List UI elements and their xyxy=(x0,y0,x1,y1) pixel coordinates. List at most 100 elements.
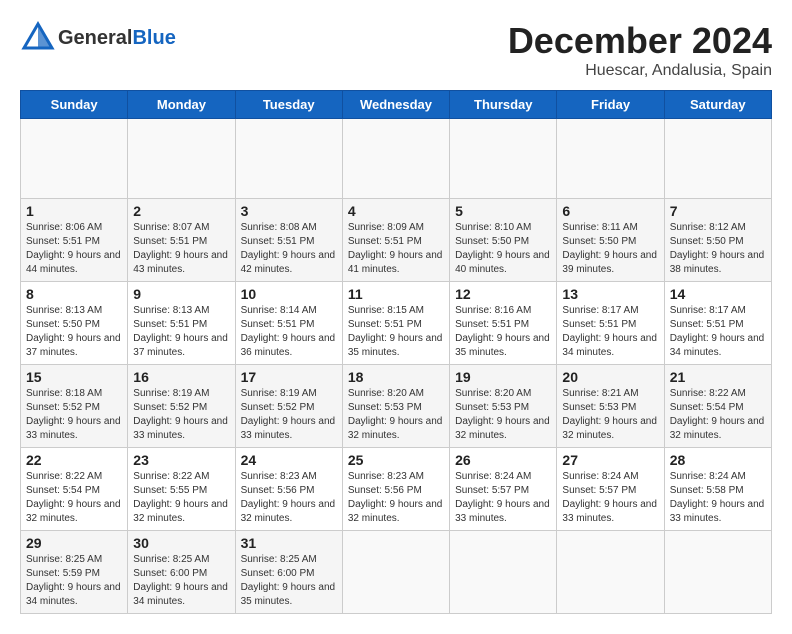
calendar-day-cell xyxy=(128,119,235,199)
day-number: 8 xyxy=(26,286,122,302)
calendar-day-cell xyxy=(557,119,664,199)
calendar-day-cell: 7 Sunrise: 8:12 AMSunset: 5:50 PMDaylight… xyxy=(664,199,771,282)
day-number: 18 xyxy=(348,369,444,385)
day-info: Sunrise: 8:24 AMSunset: 5:58 PMDaylight:… xyxy=(670,470,766,526)
calendar-day-cell: 26 Sunrise: 8:24 AMSunset: 5:57 PMDayligh… xyxy=(450,448,557,531)
calendar-day-cell: 6 Sunrise: 8:11 AMSunset: 5:50 PMDaylight… xyxy=(557,199,664,282)
day-info: Sunrise: 8:24 AMSunset: 5:57 PMDaylight:… xyxy=(455,470,551,526)
day-info: Sunrise: 8:17 AMSunset: 5:51 PMDaylight:… xyxy=(670,304,766,360)
calendar-day-cell: 20 Sunrise: 8:21 AMSunset: 5:53 PMDayligh… xyxy=(557,365,664,448)
logo: GeneralBlue xyxy=(20,20,176,56)
calendar-day-cell: 15Sunrise: 8:18 AMSunset: 5:52 PMDayligh… xyxy=(21,365,128,448)
day-number: 6 xyxy=(562,203,658,219)
calendar-day-cell xyxy=(342,119,449,199)
day-number: 14 xyxy=(670,286,766,302)
calendar-day-cell: 23 Sunrise: 8:22 AMSunset: 5:55 PMDayligh… xyxy=(128,448,235,531)
calendar-day-cell: 28 Sunrise: 8:24 AMSunset: 5:58 PMDayligh… xyxy=(664,448,771,531)
calendar-week-row: 15Sunrise: 8:18 AMSunset: 5:52 PMDayligh… xyxy=(21,365,772,448)
day-info: Sunrise: 8:06 AMSunset: 5:51 PMDaylight:… xyxy=(26,221,122,277)
day-info: Sunrise: 8:11 AMSunset: 5:50 PMDaylight:… xyxy=(562,221,658,277)
day-info: Sunrise: 8:09 AMSunset: 5:51 PMDaylight:… xyxy=(348,221,444,277)
calendar-day-cell: 21Sunrise: 8:22 AMSunset: 5:54 PMDayligh… xyxy=(664,365,771,448)
calendar-day-cell: 22 Sunrise: 8:22 AMSunset: 5:54 PMDayligh… xyxy=(21,448,128,531)
day-number: 12 xyxy=(455,286,551,302)
day-number: 21 xyxy=(670,369,766,385)
day-info: Sunrise: 8:23 AMSunset: 5:56 PMDaylight:… xyxy=(241,470,337,526)
day-number: 2 xyxy=(133,203,229,219)
day-number: 7 xyxy=(670,203,766,219)
day-info: Sunrise: 8:19 AMSunset: 5:52 PMDaylight:… xyxy=(241,387,337,443)
calendar-day-cell: 19 Sunrise: 8:20 AMSunset: 5:53 PMDayligh… xyxy=(450,365,557,448)
weekday-header-friday: Friday xyxy=(557,91,664,119)
day-info: Sunrise: 8:21 AMSunset: 5:53 PMDaylight:… xyxy=(562,387,658,443)
calendar-day-cell: 31 Sunrise: 8:25 AMSunset: 6:00 PMDayligh… xyxy=(235,531,342,614)
day-number: 4 xyxy=(348,203,444,219)
day-info: Sunrise: 8:25 AMSunset: 5:59 PMDaylight:… xyxy=(26,553,122,609)
day-info: Sunrise: 8:17 AMSunset: 5:51 PMDaylight:… xyxy=(562,304,658,360)
calendar-day-cell: 4 Sunrise: 8:09 AMSunset: 5:51 PMDaylight… xyxy=(342,199,449,282)
day-number: 24 xyxy=(241,452,337,468)
calendar-day-cell: 29Sunrise: 8:25 AMSunset: 5:59 PMDayligh… xyxy=(21,531,128,614)
day-number: 16 xyxy=(133,369,229,385)
page-header: GeneralBlue December 2024 Huescar, Andal… xyxy=(20,20,772,80)
calendar-week-row xyxy=(21,119,772,199)
day-number: 31 xyxy=(241,535,337,551)
day-info: Sunrise: 8:20 AMSunset: 5:53 PMDaylight:… xyxy=(348,387,444,443)
calendar-week-row: 8 Sunrise: 8:13 AMSunset: 5:50 PMDaylight… xyxy=(21,282,772,365)
day-number: 9 xyxy=(133,286,229,302)
weekday-header-monday: Monday xyxy=(128,91,235,119)
day-number: 27 xyxy=(562,452,658,468)
day-info: Sunrise: 8:25 AMSunset: 6:00 PMDaylight:… xyxy=(241,553,337,609)
calendar-day-cell: 10 Sunrise: 8:14 AMSunset: 5:51 PMDayligh… xyxy=(235,282,342,365)
calendar-day-cell: 18 Sunrise: 8:20 AMSunset: 5:53 PMDayligh… xyxy=(342,365,449,448)
day-number: 15 xyxy=(26,369,122,385)
day-number: 10 xyxy=(241,286,337,302)
logo-icon xyxy=(20,20,56,56)
weekday-header-saturday: Saturday xyxy=(664,91,771,119)
calendar-week-row: 22 Sunrise: 8:22 AMSunset: 5:54 PMDayligh… xyxy=(21,448,772,531)
calendar-day-cell: 11 Sunrise: 8:15 AMSunset: 5:51 PMDayligh… xyxy=(342,282,449,365)
day-info: Sunrise: 8:22 AMSunset: 5:55 PMDaylight:… xyxy=(133,470,229,526)
day-number: 19 xyxy=(455,369,551,385)
day-number: 1 xyxy=(26,203,122,219)
calendar-day-cell: 25 Sunrise: 8:23 AMSunset: 5:56 PMDayligh… xyxy=(342,448,449,531)
calendar-day-cell: 3Sunrise: 8:08 AMSunset: 5:51 PMDaylight… xyxy=(235,199,342,282)
calendar-day-cell: 16 Sunrise: 8:19 AMSunset: 5:52 PMDayligh… xyxy=(128,365,235,448)
calendar-day-cell: 17 Sunrise: 8:19 AMSunset: 5:52 PMDayligh… xyxy=(235,365,342,448)
day-info: Sunrise: 8:20 AMSunset: 5:53 PMDaylight:… xyxy=(455,387,551,443)
calendar-day-cell xyxy=(664,531,771,614)
day-number: 25 xyxy=(348,452,444,468)
calendar-day-cell: 27 Sunrise: 8:24 AMSunset: 5:57 PMDayligh… xyxy=(557,448,664,531)
day-info: Sunrise: 8:07 AMSunset: 5:51 PMDaylight:… xyxy=(133,221,229,277)
day-number: 20 xyxy=(562,369,658,385)
logo-general-text: General xyxy=(58,27,132,49)
day-info: Sunrise: 8:13 AMSunset: 5:50 PMDaylight:… xyxy=(26,304,122,360)
day-info: Sunrise: 8:14 AMSunset: 5:51 PMDaylight:… xyxy=(241,304,337,360)
day-info: Sunrise: 8:19 AMSunset: 5:52 PMDaylight:… xyxy=(133,387,229,443)
title-area: December 2024 Huescar, Andalusia, Spain xyxy=(508,20,772,80)
day-number: 22 xyxy=(26,452,122,468)
day-info: Sunrise: 8:12 AMSunset: 5:50 PMDaylight:… xyxy=(670,221,766,277)
day-number: 26 xyxy=(455,452,551,468)
calendar-day-cell: 14 Sunrise: 8:17 AMSunset: 5:51 PMDayligh… xyxy=(664,282,771,365)
day-number: 28 xyxy=(670,452,766,468)
calendar-table: SundayMondayTuesdayWednesdayThursdayFrid… xyxy=(20,90,772,614)
day-info: Sunrise: 8:24 AMSunset: 5:57 PMDaylight:… xyxy=(562,470,658,526)
logo-blue-text: Blue xyxy=(132,27,175,49)
calendar-day-cell: 24 Sunrise: 8:23 AMSunset: 5:56 PMDayligh… xyxy=(235,448,342,531)
day-info: Sunrise: 8:13 AMSunset: 5:51 PMDaylight:… xyxy=(133,304,229,360)
day-number: 23 xyxy=(133,452,229,468)
day-number: 17 xyxy=(241,369,337,385)
day-info: Sunrise: 8:15 AMSunset: 5:51 PMDaylight:… xyxy=(348,304,444,360)
weekday-header-row: SundayMondayTuesdayWednesdayThursdayFrid… xyxy=(21,91,772,119)
weekday-header-sunday: Sunday xyxy=(21,91,128,119)
day-info: Sunrise: 8:23 AMSunset: 5:56 PMDaylight:… xyxy=(348,470,444,526)
calendar-day-cell xyxy=(21,119,128,199)
day-info: Sunrise: 8:22 AMSunset: 5:54 PMDaylight:… xyxy=(26,470,122,526)
weekday-header-wednesday: Wednesday xyxy=(342,91,449,119)
day-number: 11 xyxy=(348,286,444,302)
month-title: December 2024 xyxy=(508,20,772,62)
day-info: Sunrise: 8:16 AMSunset: 5:51 PMDaylight:… xyxy=(455,304,551,360)
day-info: Sunrise: 8:25 AMSunset: 6:00 PMDaylight:… xyxy=(133,553,229,609)
calendar-day-cell xyxy=(342,531,449,614)
